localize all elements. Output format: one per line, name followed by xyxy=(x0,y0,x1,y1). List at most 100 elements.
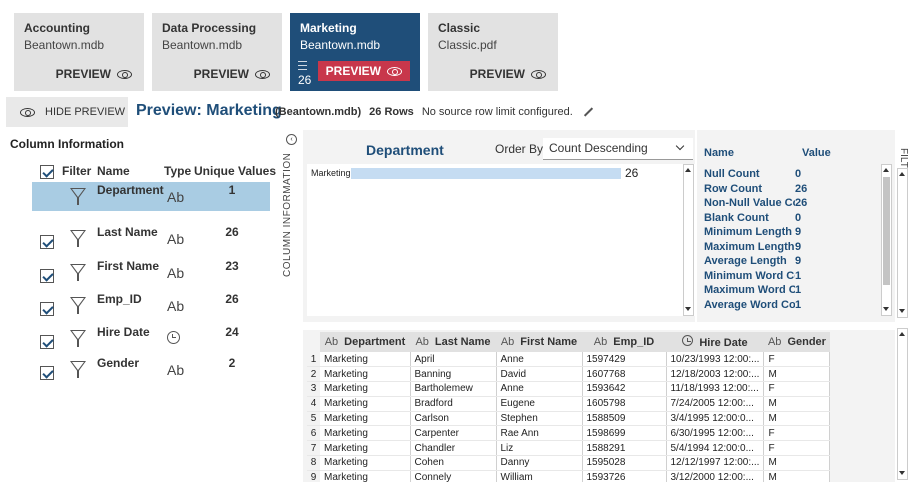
column-header-last-name[interactable]: Ab Last Name xyxy=(410,332,496,352)
scroll-down-icon[interactable] xyxy=(898,468,907,479)
table-cell[interactable]: Eugene xyxy=(496,396,583,412)
table-cell[interactable]: 1607768 xyxy=(582,366,667,383)
drag-handle-icon[interactable] xyxy=(298,61,307,73)
stats-scrollbar[interactable] xyxy=(881,164,892,316)
scroll-down-icon[interactable] xyxy=(684,304,693,315)
order-by-select[interactable]: Count Descending xyxy=(543,138,693,160)
table-cell[interactable]: Marketing xyxy=(320,411,411,427)
column-row-last-name[interactable]: Last Name Ab 26 xyxy=(32,224,270,253)
hide-preview-button[interactable]: HIDE PREVIEW xyxy=(6,97,128,127)
table-cell[interactable]: Marketing xyxy=(320,352,411,368)
distribution-bar[interactable] xyxy=(351,168,621,179)
table-cell[interactable]: 12/12/1997 12:00:... xyxy=(666,455,765,471)
query-card-accounting[interactable]: Accounting Beantown.mdb PREVIEW xyxy=(14,13,144,91)
table-cell[interactable]: Carpenter xyxy=(410,425,497,442)
table-cell[interactable]: M xyxy=(763,455,831,471)
preview-button[interactable]: PREVIEW xyxy=(194,67,270,81)
table-cell[interactable]: Marketing xyxy=(320,425,411,442)
column-row-emp-id[interactable]: Emp_ID Ab 26 xyxy=(32,291,270,320)
table-cell[interactable]: 1598699 xyxy=(582,425,667,442)
column-row-first-name[interactable]: First Name Ab 23 xyxy=(32,258,270,287)
table-cell[interactable]: 1593726 xyxy=(582,470,667,482)
table-cell[interactable]: Carlson xyxy=(410,411,497,427)
table-cell[interactable]: Bartholemew xyxy=(410,381,497,397)
table-row[interactable]: 3 Marketing Bartholemew Anne 1593642 11/18/19… xyxy=(307,381,831,397)
table-cell[interactable]: M xyxy=(763,470,831,482)
table-cell[interactable]: Stephen xyxy=(496,411,583,427)
column-header-gender[interactable]: Ab Gender xyxy=(763,332,830,352)
query-card-marketing[interactable]: Marketing Beantown.mdb 26 PREVIEW xyxy=(290,13,420,91)
table-cell[interactable]: 1605798 xyxy=(582,396,667,412)
scroll-up-icon[interactable] xyxy=(898,329,907,340)
preview-button[interactable]: PREVIEW xyxy=(470,67,546,81)
table-cell[interactable]: Cohen xyxy=(410,455,497,471)
filter-funnel-icon[interactable] xyxy=(70,361,86,378)
filter-funnel-icon[interactable] xyxy=(70,264,86,281)
table-cell[interactable]: F xyxy=(763,425,831,442)
scroll-down-icon[interactable] xyxy=(898,306,907,317)
table-cell[interactable]: 1593642 xyxy=(582,381,667,397)
column-row-gender[interactable]: Gender Ab 2 xyxy=(32,355,270,384)
table-row[interactable]: 5 Marketing Carlson Stephen 1588509 3/4/1995 … xyxy=(307,411,831,427)
table-cell[interactable]: William xyxy=(496,470,583,482)
table-cell[interactable]: 11/18/1993 12:00:... xyxy=(666,381,765,397)
table-cell[interactable]: Chandler xyxy=(410,440,497,457)
query-card-data-processing[interactable]: Data Processing Beantown.mdb PREVIEW xyxy=(152,13,282,91)
column-header-hire-date[interactable]: Hire Date xyxy=(666,332,764,352)
column-header-department[interactable]: Ab Department xyxy=(320,332,410,352)
collapse-panel-button[interactable]: ‹ xyxy=(286,134,297,145)
table-cell[interactable]: M xyxy=(763,396,831,412)
filter-funnel-icon[interactable] xyxy=(70,297,86,314)
table-cell[interactable]: 7/24/2005 12:00:... xyxy=(666,396,765,412)
table-cell[interactable]: Danny xyxy=(496,455,583,471)
table-cell[interactable]: Anne xyxy=(496,352,583,368)
column-information-tab[interactable]: COLUMN INFORMATION xyxy=(282,150,302,280)
table-row[interactable]: 4 Marketing Bradford Eugene 1605798 7/24/2005… xyxy=(307,396,831,412)
scroll-up-icon[interactable] xyxy=(684,165,693,176)
scroll-down-icon[interactable] xyxy=(882,304,891,315)
scroll-up-icon[interactable] xyxy=(898,169,907,180)
table-cell[interactable]: 12/18/2003 12:00:... xyxy=(666,366,765,383)
table-cell[interactable]: F xyxy=(763,381,831,397)
table-cell[interactable]: David xyxy=(496,366,583,383)
filter-funnel-icon[interactable] xyxy=(70,230,86,247)
table-cell[interactable]: Connely xyxy=(410,470,497,482)
table-row[interactable]: 8 Marketing Cohen Danny 1595028 12/12/1997 12… xyxy=(307,455,831,471)
table-cell[interactable]: April xyxy=(410,352,497,368)
filters-scrollbar[interactable] xyxy=(897,168,908,318)
table-cell[interactable]: M xyxy=(763,411,831,427)
table-cell[interactable]: Anne xyxy=(496,381,583,397)
table-cell[interactable]: 1588291 xyxy=(582,440,667,457)
table-cell[interactable]: Bradford xyxy=(410,396,497,412)
column-header-first-name[interactable]: Ab First Name xyxy=(496,332,582,352)
table-cell[interactable]: 10/23/1993 12:00:... xyxy=(666,352,765,368)
table-row[interactable]: 6 Marketing Carpenter Rae Ann 1598699 6/30/19… xyxy=(307,425,831,442)
table-cell[interactable]: Liz xyxy=(496,440,583,457)
table-cell[interactable]: 5/4/1994 12:00:0... xyxy=(666,440,765,457)
table-row[interactable]: 2 Marketing Banning David 1607768 12/18/2003 … xyxy=(307,366,831,383)
chart-scrollbar[interactable] xyxy=(683,164,694,316)
scrollbar-thumb[interactable] xyxy=(883,177,890,285)
table-cell[interactable]: Rae Ann xyxy=(496,425,583,442)
preview-button[interactable]: PREVIEW xyxy=(317,61,410,81)
filter-funnel-icon[interactable] xyxy=(70,330,86,347)
table-row[interactable]: 9 Marketing Connely William 1593726 3/12/2000… xyxy=(307,470,831,482)
grid-scrollbar[interactable] xyxy=(897,328,908,480)
table-cell[interactable]: 3/4/1995 12:00:0... xyxy=(666,411,765,427)
table-cell[interactable]: F xyxy=(763,440,831,457)
table-cell[interactable]: F xyxy=(763,352,831,368)
edit-pencil-icon[interactable] xyxy=(583,107,593,117)
filter-funnel-icon[interactable] xyxy=(70,188,86,205)
table-cell[interactable]: 1595028 xyxy=(582,455,667,471)
table-cell[interactable]: Banning xyxy=(410,366,497,383)
column-row-department[interactable]: Department Ab 1 xyxy=(32,182,270,211)
table-cell[interactable]: Marketing xyxy=(320,366,411,383)
table-cell[interactable]: M xyxy=(763,366,831,383)
table-cell[interactable]: Marketing xyxy=(320,440,411,457)
table-row[interactable]: 7 Marketing Chandler Liz 1588291 5/4/1994 12:… xyxy=(307,440,831,457)
table-cell[interactable]: Marketing xyxy=(320,455,411,471)
scroll-up-icon[interactable] xyxy=(882,165,891,176)
table-cell[interactable]: 1588509 xyxy=(582,411,667,427)
table-cell[interactable]: Marketing xyxy=(320,470,411,482)
table-cell[interactable]: Marketing xyxy=(320,381,411,397)
